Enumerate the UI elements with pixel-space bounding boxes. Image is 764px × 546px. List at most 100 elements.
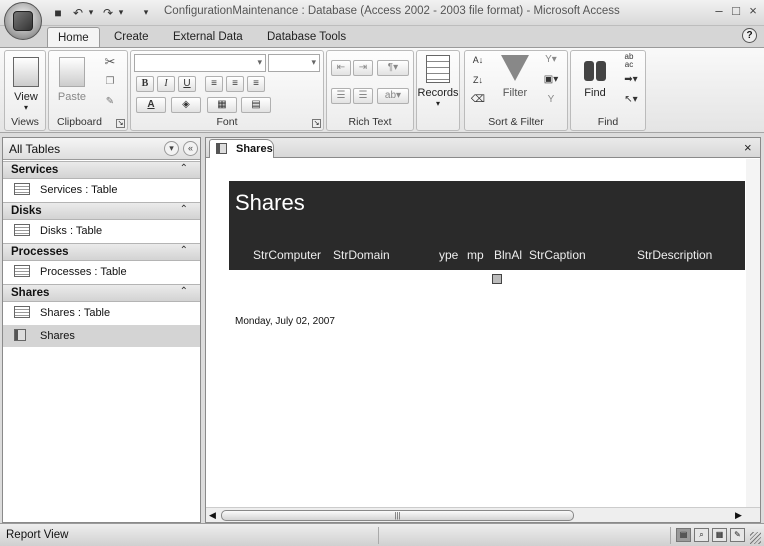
font-size-combo[interactable] (268, 54, 320, 72)
format-painter-icon[interactable]: ✎ (101, 95, 119, 111)
align-center-icon[interactable]: ≡ (226, 76, 244, 92)
alternate-fill-icon[interactable]: ▤ (241, 97, 271, 113)
bold-button[interactable]: B (136, 76, 154, 92)
select-icon[interactable]: ↖▾ (619, 93, 643, 109)
align-left-icon[interactable]: ≡ (205, 76, 223, 92)
selection-filter-icon[interactable]: Y▾ (539, 53, 563, 69)
maximize-button[interactable]: □ (727, 2, 745, 20)
scroll-right-icon[interactable]: ▶ (735, 510, 742, 521)
undo-icon[interactable]: ↶ (70, 4, 86, 21)
records-button[interactable]: Records ▾ (417, 55, 459, 108)
nav-pane-header[interactable]: All Tables ▾ « (3, 138, 200, 160)
font-launcher-icon[interactable]: ↘ (312, 119, 321, 128)
highlight-icon[interactable]: ab▾ (377, 88, 409, 104)
scroll-left-icon[interactable]: ◀ (209, 510, 216, 521)
paste-button-label: Paste (57, 91, 87, 103)
nav-item-shares-table[interactable]: Shares : Table (3, 302, 200, 324)
nav-item-shares-report[interactable]: Shares (3, 325, 200, 347)
close-document-icon[interactable]: × (744, 140, 752, 155)
nav-item-services-table[interactable]: Services : Table (3, 179, 200, 201)
nav-group-disks[interactable]: Disks ⌃ (3, 202, 200, 220)
redo-dropdown-icon[interactable]: ▾ (116, 4, 126, 21)
nav-pane-title: All Tables (9, 142, 61, 156)
italic-button[interactable]: I (157, 76, 175, 92)
nav-group-shares[interactable]: Shares ⌃ (3, 284, 200, 302)
scroll-thumb[interactable]: ||| (221, 510, 574, 521)
paragraph-direction-icon[interactable]: ¶▾ (377, 60, 409, 76)
clear-sort-icon[interactable]: ⌫ (468, 93, 488, 109)
save-icon[interactable]: ■ (50, 4, 66, 21)
status-bar: Report View ▤ ⌕ ▦ ✎ (0, 523, 764, 546)
report-view-icon[interactable]: ▤ (676, 528, 691, 542)
find-button[interactable]: Find (575, 55, 615, 99)
copy-icon[interactable]: ❐ (101, 75, 119, 91)
fill-color-icon[interactable]: ◈ (171, 97, 201, 113)
font-name-combo[interactable] (134, 54, 266, 72)
align-right-icon[interactable]: ≡ (247, 76, 265, 92)
nav-item-processes-table[interactable]: Processes : Table (3, 261, 200, 283)
view-button[interactable]: View ▾ (9, 57, 43, 112)
column-header: StrDescription (637, 248, 713, 262)
group-collapse-icon[interactable]: ⌃ (180, 245, 188, 256)
group-collapse-icon[interactable]: ⌃ (180, 204, 188, 215)
thumb-grip-icon: ||| (394, 511, 401, 520)
group-collapse-icon[interactable]: ⌃ (180, 163, 188, 174)
filter-button[interactable]: Filter (495, 55, 535, 99)
numbering-icon[interactable]: ☰ (331, 88, 351, 104)
increase-indent-icon[interactable]: ⇥ (353, 60, 373, 76)
nav-item-label: Shares : Table (40, 307, 111, 319)
redo-icon[interactable]: ↷ (100, 4, 116, 21)
nav-item-label: Shares (40, 330, 75, 342)
group-collapse-icon[interactable]: ⌃ (180, 286, 188, 297)
font-color-button[interactable]: A (136, 97, 166, 113)
horizontal-scrollbar[interactable]: ◀ ||| ▶ (206, 507, 760, 522)
goto-icon[interactable]: ➡▾ (619, 73, 643, 89)
font-group-label: Font (216, 116, 238, 128)
close-button[interactable]: × (744, 2, 762, 20)
tab-create[interactable]: Create (104, 27, 159, 47)
nav-group-processes[interactable]: Processes ⌃ (3, 243, 200, 261)
column-header: StrCaption (529, 248, 586, 262)
advanced-filter-icon[interactable]: ▣▾ (539, 73, 563, 89)
design-view-icon[interactable]: ✎ (730, 528, 745, 542)
sort-ascending-icon[interactable]: A↓ (468, 53, 488, 69)
cut-icon[interactable]: ✂ (101, 55, 119, 71)
sort-descending-icon[interactable]: Z↓ (468, 73, 488, 89)
document-tab-shares[interactable]: Shares (209, 139, 274, 158)
table-icon (14, 306, 30, 318)
underline-button[interactable]: U (178, 76, 196, 92)
nav-group-services[interactable]: Services ⌃ (3, 161, 200, 179)
find-group-label: Find (597, 116, 619, 128)
tab-home[interactable]: Home (47, 27, 100, 47)
decrease-indent-icon[interactable]: ⇤ (331, 60, 351, 76)
column-header: StrComputer (253, 248, 322, 262)
tab-database-tools[interactable]: Database Tools (257, 27, 356, 47)
rich-text-group-label: Rich Text (348, 116, 392, 128)
office-button[interactable] (4, 2, 42, 40)
tab-external-data[interactable]: External Data (163, 27, 253, 47)
help-button[interactable]: ? (742, 28, 757, 43)
toggle-filter-icon[interactable]: Y (539, 93, 563, 109)
minimize-button[interactable]: – (710, 2, 728, 20)
bullets-icon[interactable]: ☰ (353, 88, 373, 104)
layout-view-icon[interactable]: ▦ (712, 528, 727, 542)
paste-button[interactable]: Paste (55, 57, 89, 103)
clipboard-launcher-icon[interactable]: ↘ (116, 119, 125, 128)
table-icon (14, 224, 30, 236)
resize-grip-icon[interactable] (750, 532, 761, 544)
funnel-icon (501, 55, 529, 81)
records-dropdown-icon: ▾ (435, 99, 440, 108)
replace-icon[interactable]: ab ac (619, 53, 639, 69)
group-records: Records ▾ (416, 50, 460, 131)
undo-dropdown-icon[interactable]: ▾ (86, 4, 96, 21)
layout-selector-handle[interactable] (492, 274, 502, 284)
nav-dropdown-icon[interactable]: ▾ (164, 141, 179, 156)
customize-qat-icon[interactable]: ▾ (140, 4, 152, 21)
gridlines-icon[interactable]: ▦ (207, 97, 237, 113)
nav-collapse-icon[interactable]: « (183, 141, 198, 156)
nav-item-disks-table[interactable]: Disks : Table (3, 220, 200, 242)
group-clipboard: Paste ✂ ❐ ✎ Clipboard ↘ (48, 50, 128, 131)
column-header: BlnAl (494, 248, 523, 262)
filter-button-label: Filter (502, 87, 528, 99)
print-preview-icon[interactable]: ⌕ (694, 528, 709, 542)
